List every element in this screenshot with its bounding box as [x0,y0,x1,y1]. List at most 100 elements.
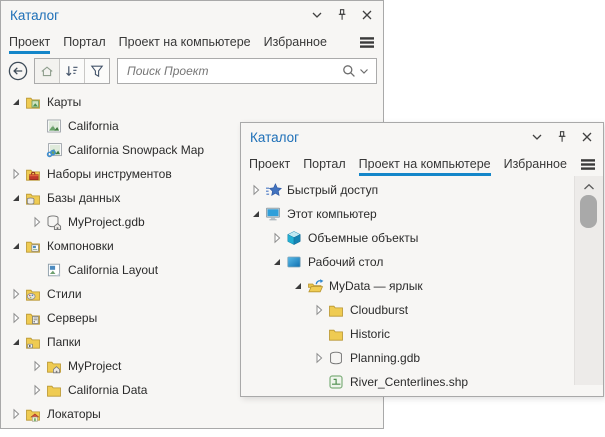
folder-connections-icon [24,334,42,350]
layout-icon [45,262,63,278]
map-linked-icon [45,142,63,158]
sort-button[interactable] [60,59,85,83]
tab-item[interactable]: Проект на компьютере [119,29,251,55]
expander-spacer [28,118,45,134]
tree-item-label: Historic [350,327,390,341]
folder-styles-icon [24,286,42,302]
tree-item[interactable]: Planning.gdb [241,346,573,370]
tab-item[interactable]: Портал [303,151,345,177]
expander-collapsed-icon[interactable] [310,302,327,318]
tree-item[interactable]: River_Centerlines.shp [241,370,573,394]
tree-item[interactable]: Быстрый доступ [241,178,573,202]
vertical-scrollbar[interactable] [574,176,603,385]
home-button[interactable] [35,59,60,83]
filter-button[interactable] [85,59,109,83]
tab-item[interactable]: Избранное [504,151,567,177]
folder-maps-icon [24,94,42,110]
tree-item[interactable]: Этот компьютер [241,202,573,226]
search-input[interactable] [125,63,341,79]
expander-spacer [28,142,45,158]
tree-item-label: Рабочий стол [308,255,383,269]
expander-expanded-icon[interactable] [268,254,285,270]
tree-item-label: River_Centerlines.shp [350,375,468,389]
expander-collapsed-icon[interactable] [28,358,45,374]
tree-item[interactable]: MyData — ярлык [241,274,573,298]
shapefile-line-icon [327,374,345,390]
expander-collapsed-icon[interactable] [7,406,24,422]
folder-home-icon [45,358,63,374]
geodatabase-icon [327,350,345,366]
tab-item[interactable]: Избранное [264,29,327,55]
tree-item-label: Папки [47,335,81,349]
folder-layout-icon [24,238,42,254]
window-buttons [529,129,595,145]
chevron-down-icon[interactable] [309,7,325,23]
expander-expanded-icon[interactable] [7,190,24,206]
expander-collapsed-icon[interactable] [28,382,45,398]
menu-hamburger-icon[interactable] [580,157,596,172]
folder-icon [327,326,345,342]
tree-item[interactable]: Объемные объекты [241,226,573,250]
expander-collapsed-icon[interactable] [7,310,24,326]
tree-item-label: Объемные объекты [308,231,418,245]
tab-selected[interactable]: Проект на компьютере [359,151,491,177]
map-icon [45,118,63,134]
expander-collapsed-icon[interactable] [28,214,45,230]
tree-item[interactable]: Рабочий стол [241,250,573,274]
tree-item-label: Этот компьютер [287,207,377,221]
tree-item-label: Локаторы [47,407,101,421]
expander-collapsed-icon[interactable] [268,230,285,246]
expander-spacer [310,326,327,342]
catalog-toolbar [7,56,377,86]
folder-toolbox-icon [24,166,42,182]
tree-item-label: Серверы [47,311,97,325]
tree-item[interactable]: Historic [241,322,573,346]
scrollbar-thumb[interactable] [580,195,597,228]
search-options-chevron-icon[interactable] [357,64,371,78]
catalog-panel-computer: Каталог Проект Портал Проект на компьютере… [240,122,604,397]
tab-item[interactable]: Проект [249,151,290,177]
tree-item[interactable]: Локаторы [1,402,383,426]
expander-expanded-icon[interactable] [7,238,24,254]
tree-item-label: Быстрый доступ [287,183,378,197]
expander-collapsed-icon[interactable] [310,350,327,366]
panel-titlebar: Каталог [241,123,603,151]
folder-database-icon [24,190,42,206]
tree-item[interactable]: Cloudburst [241,298,573,322]
search-icon[interactable] [341,63,357,79]
tree-item-label: California Layout [68,263,158,277]
expander-expanded-icon[interactable] [7,334,24,350]
tree-item[interactable]: Карты [1,90,383,114]
tree-item-label: California Snowpack Map [68,143,204,157]
expander-spacer [310,374,327,390]
tree-viewport: Быстрый доступ Этот компьютер Объемные объ… [241,177,573,395]
search-box [117,58,377,84]
tree-item-label: MyProject.gdb [68,215,145,229]
tree-item-label: Наборы инструментов [47,167,172,181]
folder-icon [45,382,63,398]
close-icon[interactable] [359,7,375,23]
computer-icon [264,206,282,222]
expander-collapsed-icon[interactable] [7,166,24,182]
expander-collapsed-icon[interactable] [247,182,264,198]
expander-expanded-icon[interactable] [289,278,306,294]
close-icon[interactable] [579,129,595,145]
back-button[interactable] [7,60,29,82]
expander-collapsed-icon[interactable] [7,286,24,302]
panel-titlebar: Каталог [1,1,383,29]
pin-icon[interactable] [334,7,350,23]
menu-hamburger-icon[interactable] [359,35,375,50]
expander-expanded-icon[interactable] [7,94,24,110]
scroll-up-icon[interactable] [575,180,603,194]
chevron-down-icon[interactable] [529,129,545,145]
quick-access-star-icon [264,182,282,198]
tree-item-label: California [68,119,119,133]
tree-item-label: California Data [68,383,147,397]
toolbar-group [34,58,110,84]
tree-item-label: Карты [47,95,81,109]
desktop-icon [285,254,303,270]
tab-item[interactable]: Портал [63,29,105,55]
pin-icon[interactable] [554,129,570,145]
tab-selected[interactable]: Проект [9,29,50,55]
expander-expanded-icon[interactable] [247,206,264,222]
